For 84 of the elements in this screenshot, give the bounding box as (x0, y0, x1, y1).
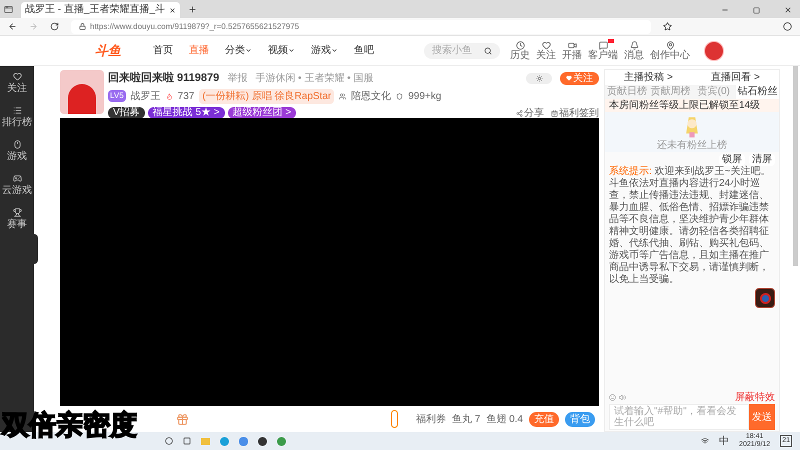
reload-icon[interactable] (50, 22, 59, 31)
nav-link[interactable]: 视频 (268, 43, 295, 58)
room-badge[interactable]: 福星挑战 5★ > (148, 107, 225, 119)
trophy-icon (12, 208, 22, 217)
header-tool[interactable]: 创作中心 (650, 40, 690, 60)
sidebar-item[interactable]: 游戏 (7, 140, 27, 164)
group-icon (339, 92, 346, 100)
category-path: 手游休闲 • 王者荣耀 • 国服 (255, 72, 374, 86)
hot-count: 737 (178, 90, 194, 104)
weight-text: 999+kg (408, 90, 442, 104)
sun-icon (536, 74, 542, 82)
header-tool[interactable]: 开播 (562, 40, 582, 60)
heart-icon (12, 72, 22, 81)
header-tool[interactable]: 历史 (510, 40, 530, 60)
gamepad-icon (12, 174, 22, 183)
fish-ball-count: 鱼丸 7 (452, 412, 480, 426)
room-badge[interactable]: V招募 (108, 107, 145, 119)
sidebar-item[interactable]: 赛事 (7, 208, 27, 232)
share-link[interactable]: 分享 (516, 106, 544, 120)
lock-icon (79, 23, 86, 30)
panel-link[interactable]: 主播投稿 > (624, 70, 673, 85)
game-app-icon[interactable] (755, 288, 775, 308)
bell-icon (630, 40, 638, 50)
room-badge[interactable]: 超级粉丝团 > (228, 107, 296, 119)
close-icon[interactable] (169, 6, 176, 14)
empty-text: 还未有粉丝上榜 (657, 140, 727, 152)
clock-icon (516, 40, 524, 50)
header-tool[interactable]: 消息 (624, 40, 644, 60)
clear-button[interactable]: 清屏 (749, 154, 775, 166)
sidebar-item[interactable]: 云游戏 (2, 174, 32, 198)
heart-icon (542, 40, 550, 50)
pin-icon (666, 40, 674, 50)
browser-tab[interactable]: 战罗王 - 直播_王者荣耀直播_斗 (21, 2, 180, 18)
nav-link[interactable]: 直播 (189, 43, 209, 58)
video-icon (568, 40, 576, 50)
brightness-button[interactable] (526, 72, 552, 84)
scroll-handle[interactable] (390, 410, 398, 428)
system-message: 系统提示: 欢迎来到战罗王~关注吧。斗鱼依法对直播内容进行24小时巡查，禁止传播违法违规、封建迷信、暴力血腥、低俗色情、招嫖诈骗违禁品等不良信息，坚决维护青少年群体精神文明健康。请勿轻信各类招聘征婚、代练代抽、刷钻、购买礼包码、游戏币等广告信息，且如主播在推广商品中诱导私下交易，请谨慎判断，以免上当受骗。 (609, 166, 772, 286)
network-icon[interactable] (701, 437, 710, 445)
emoji-icon[interactable] (609, 394, 616, 401)
share-icon (516, 110, 523, 116)
avatar[interactable] (704, 40, 724, 60)
list-icon (12, 106, 22, 115)
tab-actions-icon[interactable] (4, 5, 13, 14)
site-logo[interactable]: 斗鱼 (95, 40, 145, 60)
header-tool[interactable]: 关注 (536, 40, 556, 60)
favorite-icon[interactable] (663, 22, 672, 31)
new-tab-icon[interactable] (188, 5, 198, 14)
sidebar-item[interactable]: 关注 (7, 72, 27, 96)
tab-title: 战罗王 - 直播_王者荣耀直播_斗 (25, 5, 166, 15)
sidebar-item[interactable]: 排行榜 (2, 106, 32, 130)
flame-icon (166, 92, 173, 100)
fish-fin-count: 鱼翅 0.4 (486, 412, 523, 426)
back-icon[interactable] (8, 22, 17, 31)
nav-link[interactable]: 首页 (153, 43, 173, 58)
speaker-icon[interactable] (619, 394, 626, 401)
rank-tab[interactable]: 钻石粉丝 (736, 85, 779, 99)
room-title: 回来啦回来啦 9119879 (108, 70, 220, 86)
address-field[interactable]: https://www.douyu.com/9119879?_r=0.5257655621527975 (71, 20, 651, 34)
checkin-link[interactable]: 福利签到 (551, 106, 599, 120)
nav-link[interactable]: 分类 (225, 43, 252, 58)
restore-icon[interactable] (753, 7, 760, 14)
effects-toggle[interactable]: 屏蔽特效 (735, 390, 775, 405)
scrollbar[interactable] (793, 66, 798, 266)
nav-link[interactable]: 鱼吧 (354, 43, 374, 58)
chat-icon (598, 40, 608, 50)
task-view-icon[interactable] (183, 437, 191, 445)
streamer-avatar (60, 70, 104, 114)
header-tool[interactable]: 客户端 (588, 40, 618, 60)
panel-link[interactable]: 直播回看 > (711, 70, 760, 85)
calendar-icon (551, 110, 558, 116)
ime-indicator[interactable]: 中 (719, 434, 730, 448)
mouse-icon (12, 140, 22, 149)
song-tag: (一份耕耘) 原唱 徐良RapStar (199, 88, 334, 104)
streamer-name[interactable]: 战罗王 (130, 88, 161, 104)
sidebar-toggle[interactable] (34, 234, 38, 264)
nav-link[interactable]: 游戏 (311, 43, 338, 58)
lock-button[interactable]: 锁屏 (719, 154, 745, 166)
close-icon[interactable] (784, 6, 792, 14)
notice-text: 本房间粉丝等级上限已解锁至14级 (605, 99, 779, 112)
level-badge: LV5 (108, 90, 126, 102)
guild-name: 陪恩文化 (351, 90, 392, 104)
coupon-link[interactable]: 福利券 (416, 412, 446, 426)
heart-icon (566, 75, 572, 82)
